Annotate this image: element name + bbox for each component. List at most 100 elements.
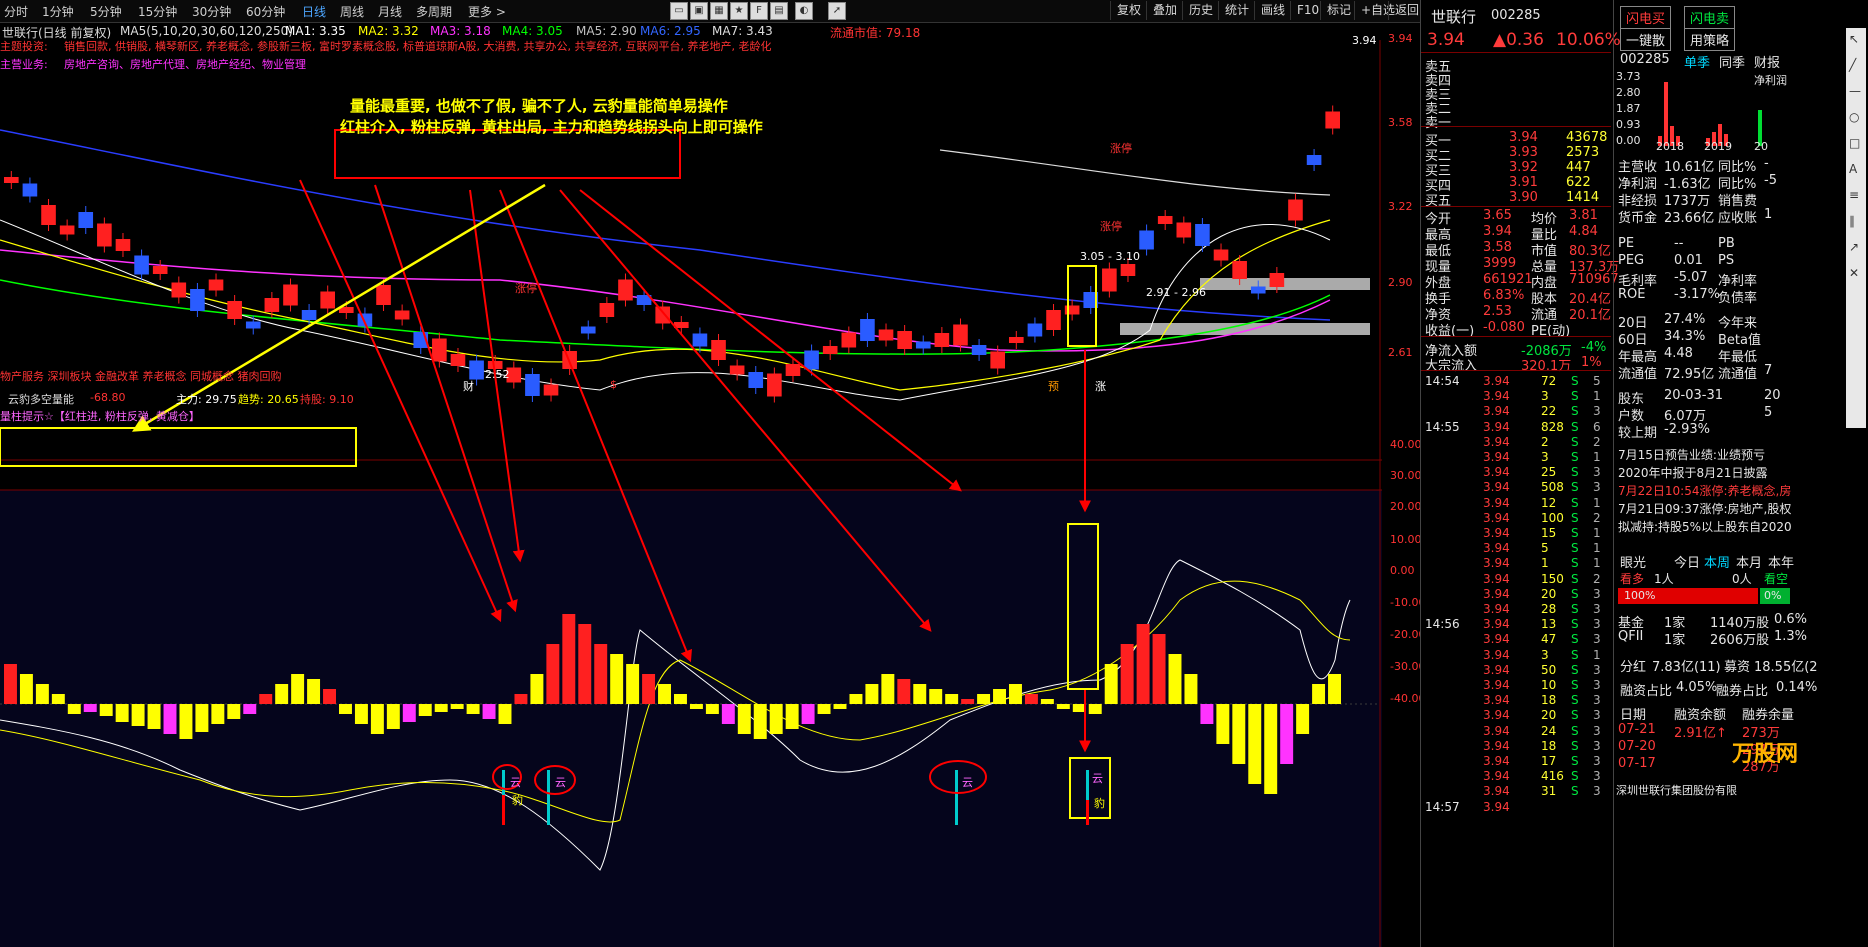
tick-count: 3 xyxy=(1593,678,1601,692)
tick-price: 3.94 xyxy=(1483,404,1510,419)
volume-bar xyxy=(913,684,927,704)
volume-bar xyxy=(993,689,1006,704)
stat-value: 710967 xyxy=(1569,272,1619,287)
cursor-icon[interactable]: ➚ xyxy=(828,2,846,20)
circle-tool-icon[interactable]: ○ xyxy=(1849,110,1859,124)
tab-fenshi[interactable]: 分时 xyxy=(4,3,28,20)
f10-year: 2018 xyxy=(1656,140,1684,153)
candle xyxy=(897,331,912,349)
arrow-tool-icon[interactable]: ↗ xyxy=(1849,240,1859,254)
candle xyxy=(971,345,987,355)
volume-bar xyxy=(195,704,209,732)
kline-chart[interactable] xyxy=(0,40,1382,947)
star-icon[interactable]: ★ xyxy=(730,2,748,20)
tick-price: 3.94 xyxy=(1483,465,1510,480)
tick-side: S xyxy=(1571,586,1579,601)
volume-bar xyxy=(674,694,687,704)
tab-1min[interactable]: 1分钟 xyxy=(42,3,74,20)
window-icon[interactable]: ▭ xyxy=(670,2,688,20)
tab-5min[interactable]: 5分钟 xyxy=(90,3,122,20)
tick-vol: 3 xyxy=(1541,647,1549,662)
palette-icon[interactable]: ◐ xyxy=(795,2,813,20)
tick-count: 2 xyxy=(1593,510,1601,525)
margin-head: 融资余额 xyxy=(1674,708,1727,723)
news-item[interactable]: 7月22日10:54涨停:养老概念,房 xyxy=(1618,482,1791,499)
news-item[interactable]: 7月21日09:37涨停:房地产,股权 xyxy=(1618,500,1791,517)
tab-weekly[interactable]: 周线 xyxy=(340,3,364,20)
tab-yoy[interactable]: 同季 xyxy=(1719,52,1745,71)
stat-value: 3.58 xyxy=(1483,240,1512,255)
channel-tool-icon[interactable]: ∥ xyxy=(1849,214,1855,228)
tab-year[interactable]: 本年 xyxy=(1768,552,1794,571)
volume-bar xyxy=(131,704,145,726)
strategy-button[interactable]: 用策略 xyxy=(1684,28,1736,51)
tick-side: S xyxy=(1571,571,1579,586)
tick-vol: 2 xyxy=(1541,434,1549,449)
calc-icon[interactable]: ▤ xyxy=(770,2,788,20)
delete-tool-icon[interactable]: ✕ xyxy=(1849,266,1859,280)
tab-monthly[interactable]: 月线 xyxy=(378,3,402,20)
news-item[interactable]: 7月15日预告业绩:业绩预亏 xyxy=(1618,446,1765,463)
tab-60min[interactable]: 60分钟 xyxy=(246,3,285,20)
cursor-tool-icon[interactable]: ↖ xyxy=(1849,32,1859,46)
ray-tool-icon[interactable]: — xyxy=(1849,84,1861,98)
grid-icon[interactable]: ▦ xyxy=(710,2,728,20)
tab-week[interactable]: 本周 xyxy=(1704,552,1730,571)
tab-15min[interactable]: 15分钟 xyxy=(138,3,177,20)
news-item[interactable]: 2020年中报于8月21日披露 xyxy=(1618,464,1767,481)
tick-vol: 28 xyxy=(1541,602,1557,616)
fuquan-button[interactable]: 复权 xyxy=(1110,1,1147,20)
layout-icon[interactable]: ▣ xyxy=(690,2,708,20)
stat-value: 3.65 xyxy=(1483,208,1512,223)
mark-button[interactable]: 标记 xyxy=(1320,1,1357,20)
tab-daily[interactable]: 日线 xyxy=(302,3,326,20)
candle xyxy=(841,332,857,348)
tab-quarter[interactable]: 单季 xyxy=(1684,52,1710,71)
draw-button[interactable]: 画线 xyxy=(1254,1,1291,20)
tab-report[interactable]: 财报 xyxy=(1754,52,1780,71)
company-name: 深圳世联行集团股份有限 xyxy=(1616,784,1737,797)
volume-bar xyxy=(19,674,33,704)
price-tick: 2.61 xyxy=(1388,346,1413,359)
tick-count: 3 xyxy=(1593,738,1601,753)
candle xyxy=(655,306,670,324)
quick-sell-button[interactable]: 闪电卖 xyxy=(1684,6,1736,29)
volume-bar xyxy=(594,644,608,704)
tab-multi-period[interactable]: 多周期 xyxy=(416,3,452,20)
tick-vol: 508 xyxy=(1541,480,1564,495)
pe-label: PS xyxy=(1718,253,1735,268)
tab-today[interactable]: 今日 xyxy=(1674,552,1700,571)
fib-tool-icon[interactable]: ≡ xyxy=(1849,188,1859,202)
bull-pct: 100% xyxy=(1624,589,1656,602)
stats-button[interactable]: 统计 xyxy=(1218,1,1255,20)
tab-more[interactable]: 更多 > xyxy=(468,3,506,20)
candle xyxy=(208,279,224,291)
history-button[interactable]: 历史 xyxy=(1182,1,1219,20)
signal-bao: 豹 xyxy=(1094,797,1105,810)
candle xyxy=(525,374,540,396)
volume-bar xyxy=(227,704,241,719)
text-tool-icon[interactable]: A xyxy=(1849,162,1857,176)
tab-month[interactable]: 本月 xyxy=(1736,552,1762,571)
tick-side: S xyxy=(1571,450,1579,464)
rect-tool-icon[interactable]: □ xyxy=(1849,136,1860,150)
volume-bar xyxy=(1009,684,1022,704)
tab-30min[interactable]: 30分钟 xyxy=(192,3,231,20)
one-click-button[interactable]: 一键散 xyxy=(1620,28,1672,51)
news-item[interactable]: 拟减持:持股5%以上股东自2020 xyxy=(1618,518,1792,535)
holder-value: 20-03-31 xyxy=(1664,388,1724,403)
line-tool-icon[interactable]: ╱ xyxy=(1849,58,1856,72)
candle xyxy=(934,333,950,347)
price-tick: 2.90 xyxy=(1388,276,1413,289)
stat-value: 6.83% xyxy=(1483,288,1525,303)
f-icon[interactable]: F xyxy=(750,2,768,20)
quick-buy-button[interactable]: 闪电买 xyxy=(1620,6,1672,29)
candle xyxy=(1269,273,1285,287)
volume-bar xyxy=(163,704,177,734)
volume-bar xyxy=(865,684,879,704)
profit-minichart xyxy=(1658,82,1762,146)
tick-vol: 15 xyxy=(1541,526,1557,540)
buy-level-price: 3.94 xyxy=(1509,130,1538,145)
tick-side: S xyxy=(1571,693,1579,708)
overlay-button[interactable]: 叠加 xyxy=(1146,1,1183,20)
